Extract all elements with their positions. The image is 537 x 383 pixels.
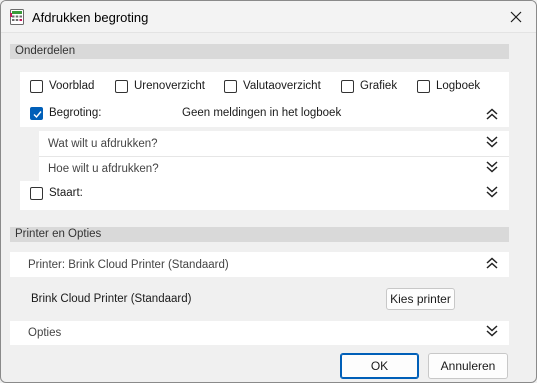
checkbox-urenoverzicht-label[interactable]: Urenoverzicht: [134, 80, 205, 92]
logbook-message: Geen meldingen in het logboek: [182, 107, 342, 119]
double-chevron-down-icon[interactable]: [485, 135, 499, 149]
double-chevron-down-icon[interactable]: [485, 185, 499, 199]
close-icon: [510, 11, 522, 23]
checkbox-staart-label[interactable]: Staart:: [49, 187, 83, 199]
selected-printer-name: Brink Cloud Printer (Standaard): [31, 293, 192, 305]
sub-row-hoe-label: Hoe wilt u afdrukken?: [48, 163, 159, 175]
options-label: Opties: [28, 327, 62, 339]
checkbox-valutaoverzicht[interactable]: [224, 80, 237, 93]
sub-row-wat-label: Wat wilt u afdrukken?: [48, 138, 158, 150]
printer-row-label: Printer: Brink Cloud Printer (Standaard): [28, 259, 229, 271]
double-chevron-up-icon[interactable]: [485, 256, 499, 270]
dialog-title: Afdrukken begroting: [32, 10, 149, 25]
printer-row[interactable]: Printer: Brink Cloud Printer (Standaard): [10, 252, 509, 277]
cancel-button[interactable]: Annuleren: [428, 353, 508, 379]
double-chevron-down-icon[interactable]: [485, 160, 499, 174]
checkbox-logboek[interactable]: [417, 80, 430, 93]
checkbox-urenoverzicht[interactable]: [115, 80, 128, 93]
staart-row: Staart:: [20, 181, 509, 210]
choose-printer-button[interactable]: Kies printer: [386, 288, 455, 310]
checkbox-staart[interactable]: [30, 187, 43, 200]
checkbox-voorblad[interactable]: [30, 80, 43, 93]
double-chevron-down-icon[interactable]: [485, 324, 499, 338]
section-header-onderdelen: Onderdelen: [10, 44, 509, 59]
options-expander-row[interactable]: Opties: [10, 321, 509, 345]
checkbox-grafiek[interactable]: [341, 80, 354, 93]
checkmark-icon: [33, 111, 42, 119]
double-chevron-up-icon[interactable]: [485, 107, 499, 121]
sub-row-hoe[interactable]: Hoe wilt u afdrukken?: [39, 157, 509, 181]
checkbox-begroting[interactable]: [30, 107, 43, 120]
close-button[interactable]: [504, 5, 528, 29]
checkbox-logboek-label[interactable]: Logboek: [436, 80, 480, 92]
title-bar: Afdrukken begroting: [1, 1, 536, 33]
calculator-sheet-icon: [10, 9, 24, 25]
checkbox-valutaoverzicht-label[interactable]: Valutaoverzicht: [243, 80, 321, 92]
print-budget-dialog: Afdrukken begroting Onderdelen Voorblad …: [0, 0, 537, 383]
begroting-row: Begroting: Geen meldingen in het logboek: [20, 100, 509, 127]
ok-button[interactable]: OK: [340, 353, 419, 379]
section-header-printer: Printer en Opties: [10, 227, 509, 242]
checkbox-begroting-label[interactable]: Begroting:: [49, 107, 101, 119]
checkbox-grafiek-label[interactable]: Grafiek: [360, 80, 397, 92]
checkbox-voorblad-label[interactable]: Voorblad: [49, 80, 94, 92]
sub-row-wat[interactable]: Wat wilt u afdrukken?: [39, 131, 509, 156]
options-row: Voorblad Urenoverzicht Valutaoverzicht G…: [20, 72, 509, 100]
